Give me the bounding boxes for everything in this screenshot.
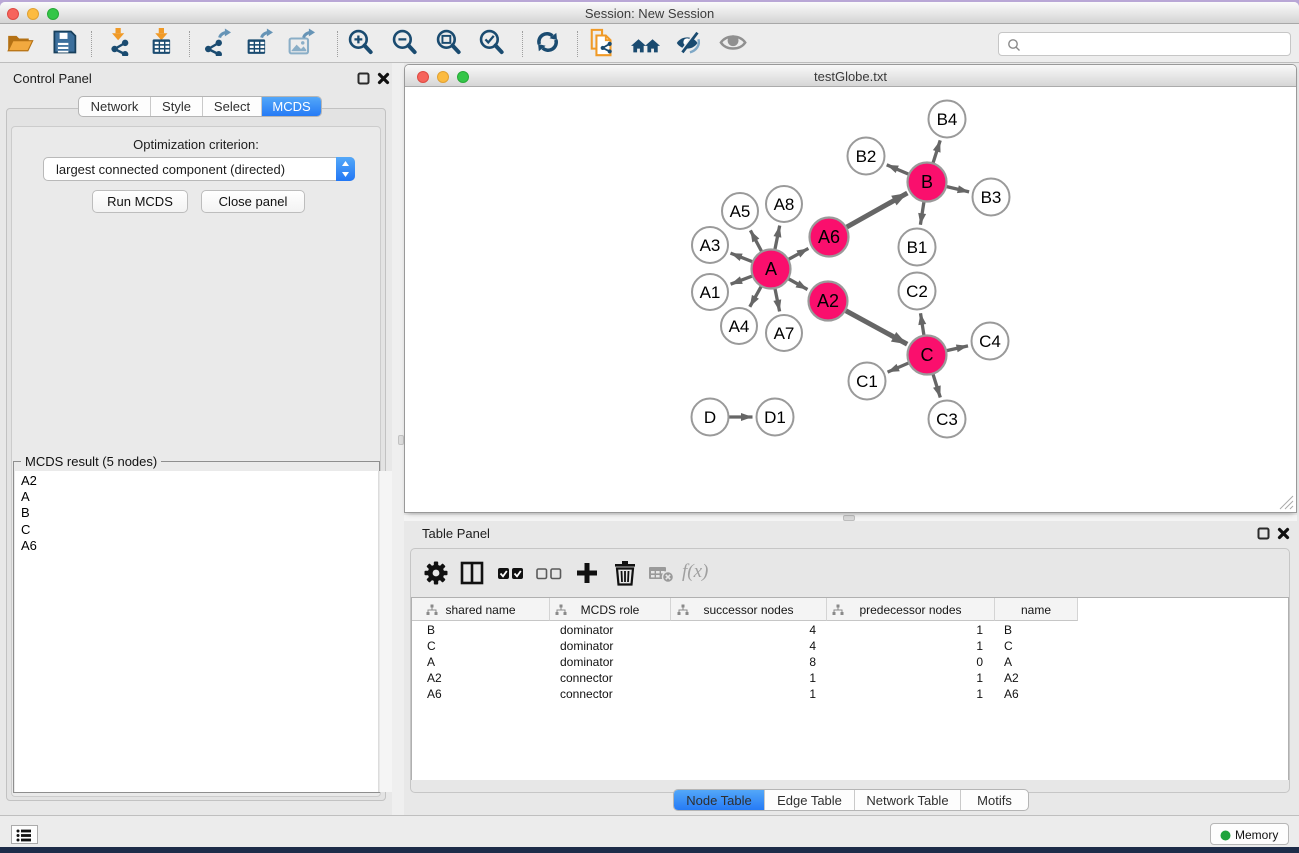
svg-text:C: C xyxy=(921,345,934,365)
svg-text:B4: B4 xyxy=(937,110,958,129)
svg-text:D1: D1 xyxy=(764,408,786,427)
svg-text:A6: A6 xyxy=(818,227,840,247)
svg-text:A: A xyxy=(765,259,777,279)
svg-text:A1: A1 xyxy=(700,283,721,302)
svg-text:A7: A7 xyxy=(774,324,795,343)
svg-text:A5: A5 xyxy=(730,202,751,221)
svg-text:A8: A8 xyxy=(774,195,795,214)
svg-text:C1: C1 xyxy=(856,372,878,391)
svg-text:A3: A3 xyxy=(700,236,721,255)
svg-text:B1: B1 xyxy=(907,238,928,257)
svg-text:C4: C4 xyxy=(979,332,1001,351)
svg-text:B3: B3 xyxy=(981,188,1002,207)
svg-text:B2: B2 xyxy=(856,147,877,166)
svg-text:A2: A2 xyxy=(817,291,839,311)
svg-text:D: D xyxy=(704,408,716,427)
svg-text:C2: C2 xyxy=(906,282,928,301)
svg-text:C3: C3 xyxy=(936,410,958,429)
svg-text:A4: A4 xyxy=(729,317,750,336)
svg-text:B: B xyxy=(921,172,933,192)
